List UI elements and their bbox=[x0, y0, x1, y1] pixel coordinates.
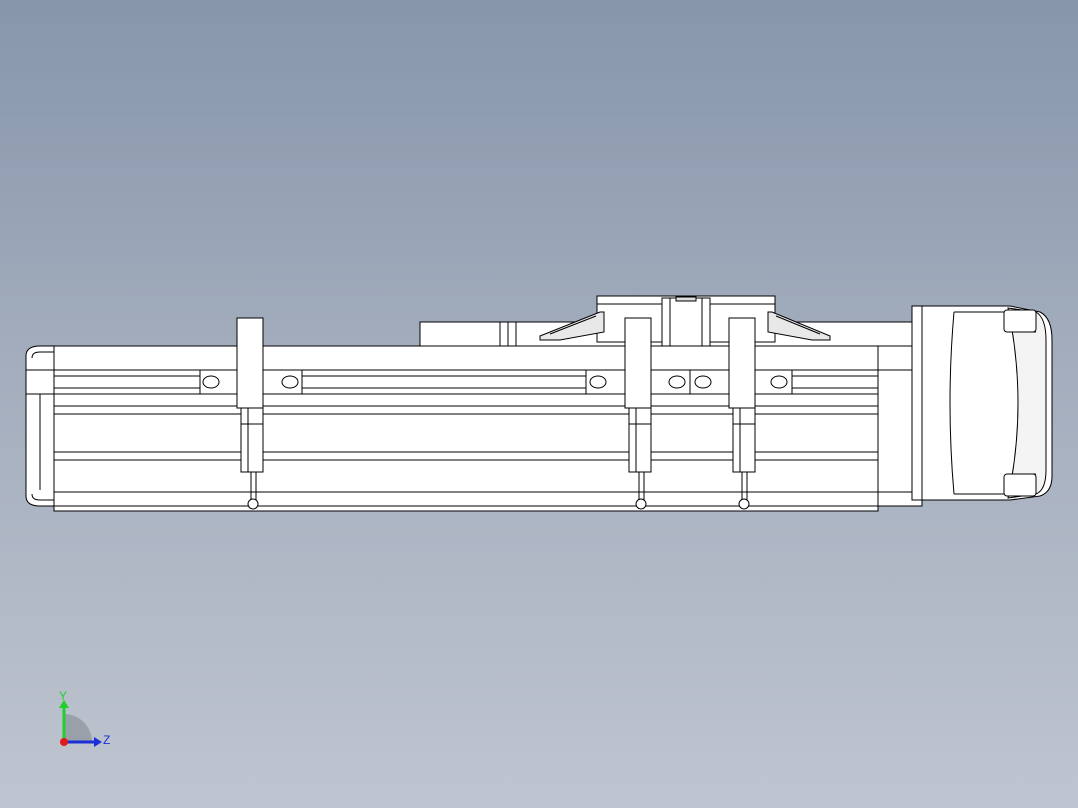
sensor-led bbox=[247, 498, 259, 510]
sensor-head bbox=[728, 317, 756, 409]
sensor-led bbox=[635, 498, 647, 510]
sensor-bracket bbox=[585, 369, 793, 395]
coordinate-triad: Y Z bbox=[59, 689, 110, 747]
bracket-slot bbox=[281, 375, 299, 389]
z-axis-label: Z bbox=[103, 733, 110, 747]
motor-end-tab bbox=[1003, 309, 1037, 333]
sensor-body bbox=[628, 407, 652, 473]
sensor-body bbox=[240, 407, 264, 473]
bracket-slot bbox=[202, 375, 220, 389]
bracket-slot bbox=[668, 375, 686, 389]
sensor-body bbox=[732, 407, 756, 473]
motor-flange bbox=[911, 305, 923, 501]
y-axis-label: Y bbox=[59, 689, 67, 703]
sensor-head bbox=[236, 317, 264, 409]
motor-end-tab bbox=[1003, 473, 1037, 497]
triad-quarter-disc bbox=[64, 714, 92, 742]
cad-viewport[interactable]: Y Z bbox=[0, 0, 1078, 808]
carriage-center-slot bbox=[661, 297, 711, 347]
carriage-screw bbox=[675, 296, 697, 302]
x-axis-dot bbox=[60, 738, 68, 746]
z-axis-arrow bbox=[94, 737, 102, 747]
sensor-led bbox=[738, 498, 750, 510]
sensor-head bbox=[624, 317, 652, 409]
bracket-slot bbox=[770, 375, 788, 389]
linear-actuator-assembly[interactable] bbox=[25, 295, 1053, 512]
bracket-slot bbox=[589, 375, 607, 389]
carriage[interactable] bbox=[419, 295, 913, 347]
bracket-slot bbox=[694, 375, 712, 389]
left-end-cap-face bbox=[25, 369, 55, 395]
motor[interactable] bbox=[911, 305, 1053, 501]
